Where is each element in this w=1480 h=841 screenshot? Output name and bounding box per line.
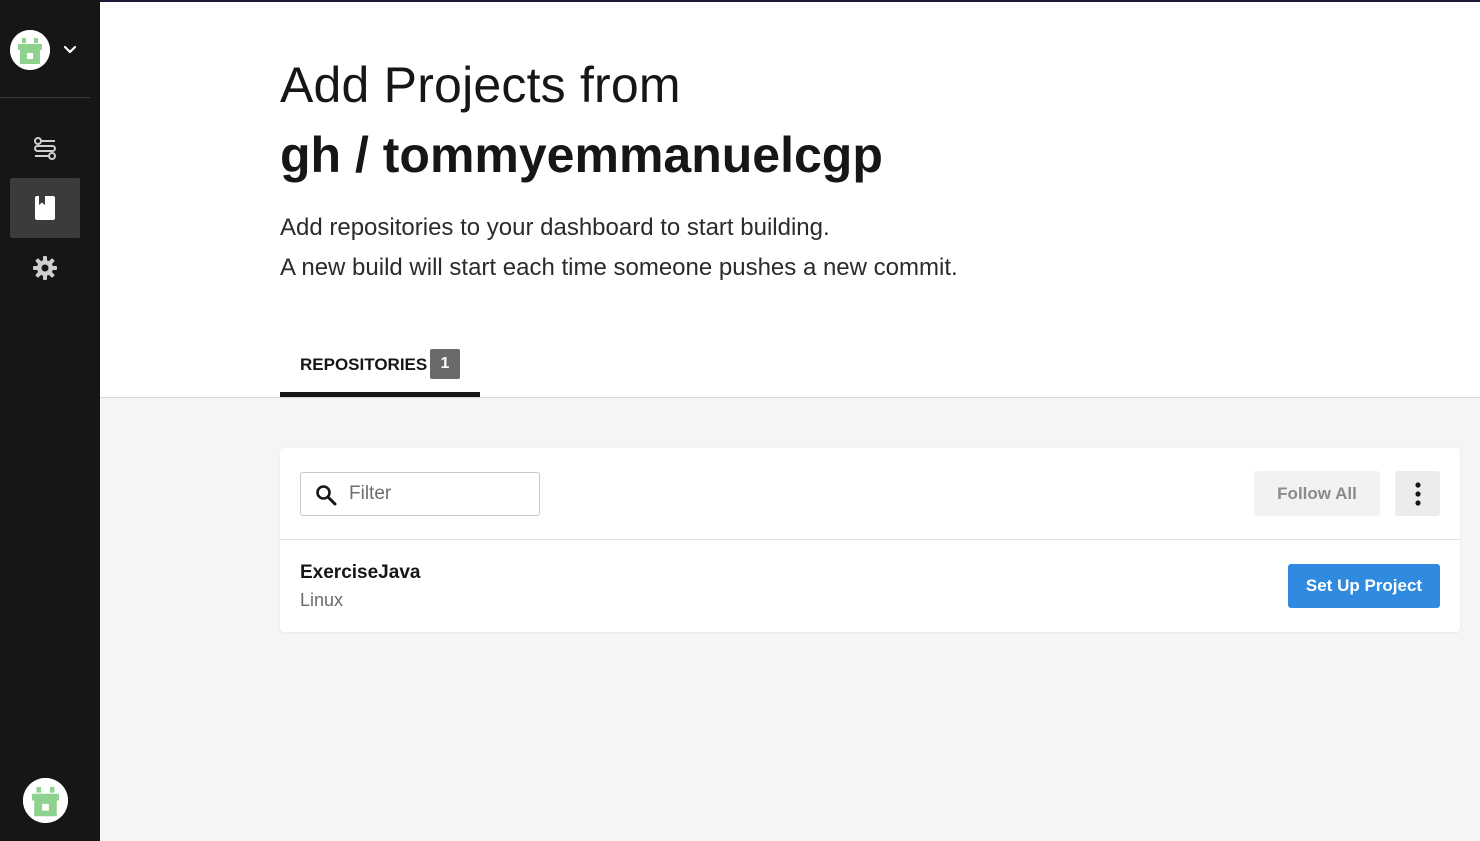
add-projects-icon — [35, 196, 55, 220]
page-header: Add Projects from gh / tommyemmanuelcgp … — [100, 2, 1480, 398]
page-title-prefix: Add Projects from — [280, 57, 681, 113]
repositories-toolbar: Follow All — [280, 448, 1460, 540]
sidebar-item-pipelines[interactable] — [10, 118, 80, 178]
page-description-line1: Add repositories to your dashboard to st… — [280, 214, 830, 241]
org-avatar — [10, 30, 50, 70]
tab-count-badge: 1 — [430, 349, 460, 379]
page-title-org: gh / tommyemmanuelcgp — [280, 127, 883, 183]
filter-field — [300, 472, 540, 516]
sidebar-divider — [0, 97, 90, 98]
tab-label: REPOSITORIES — [300, 355, 428, 374]
more-vertical-icon — [1414, 481, 1421, 506]
pipelines-icon — [34, 137, 56, 160]
sidebar-item-settings[interactable] — [10, 238, 80, 298]
gear-icon — [33, 256, 57, 280]
repositories-card: Follow All ExerciseJava Linux Set Up Pro… — [280, 448, 1460, 632]
tab-repositories[interactable]: REPOSITORIES 1 — [280, 348, 480, 397]
more-options-button[interactable] — [1395, 471, 1440, 516]
chevron-down-icon — [63, 45, 77, 54]
org-switcher[interactable] — [10, 30, 84, 70]
filter-input[interactable] — [349, 481, 529, 507]
repo-os: Linux — [300, 590, 344, 610]
follow-all-button[interactable]: Follow All — [1254, 471, 1380, 516]
search-icon — [316, 485, 337, 506]
repo-name: ExerciseJava — [300, 562, 421, 583]
sidebar — [0, 0, 100, 841]
user-avatar[interactable] — [23, 778, 68, 823]
sidebar-item-add-projects[interactable] — [10, 178, 80, 238]
set-up-project-button[interactable]: Set Up Project — [1288, 564, 1440, 608]
page-description-line2: A new build will start each time someone… — [280, 254, 958, 281]
